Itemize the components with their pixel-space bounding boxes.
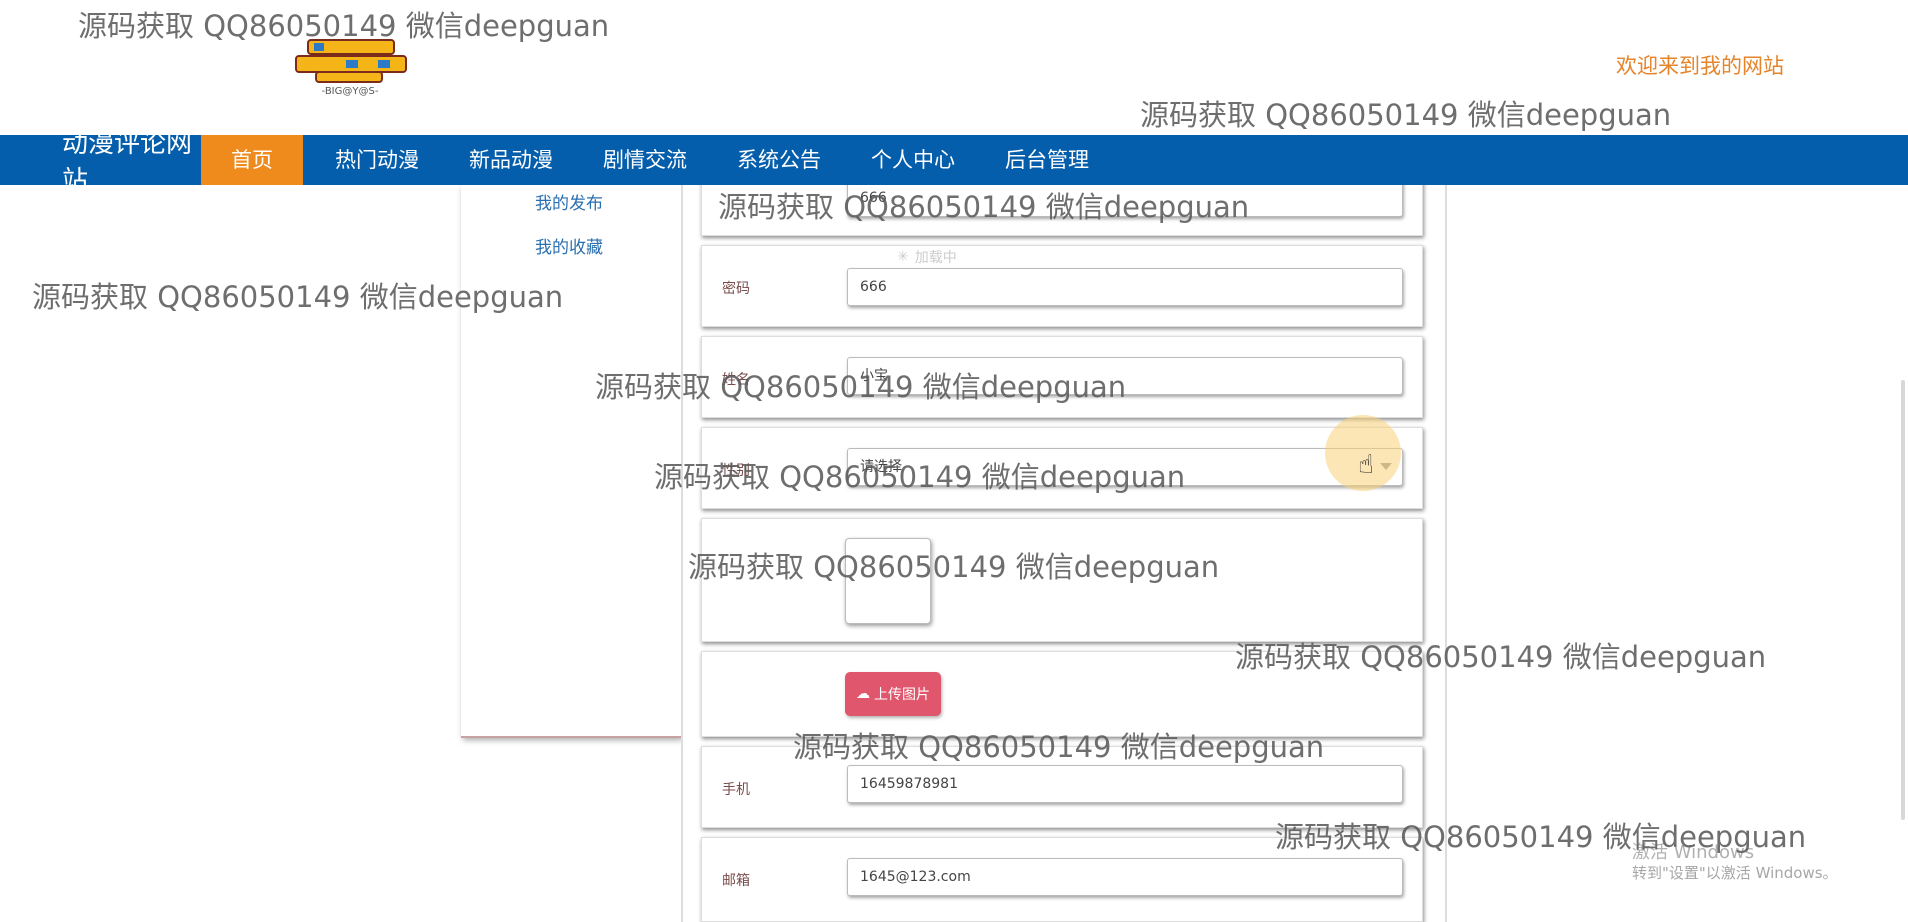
gender-field-card: 性别 请选择 <box>701 427 1423 509</box>
windows-activation-title: 激活 Windows <box>1632 842 1755 863</box>
upload-card <box>701 651 1423 737</box>
welcome-text: 欢迎来到我的网站 <box>1616 54 1784 78</box>
upload-image-button[interactable]: ☁ 上传图片 <box>845 672 941 716</box>
page-scrollbar[interactable] <box>1901 380 1905 820</box>
site-brand-top[interactable]: 动漫评论网站 <box>0 123 201 197</box>
loading-text: 加载中 <box>914 250 957 266</box>
nav-home-top[interactable]: 首页 <box>201 135 303 185</box>
hand-cursor-icon: ☝ <box>1358 450 1374 480</box>
phone-input[interactable]: 16459878981 <box>847 765 1403 803</box>
email-field-card: 邮箱 1645@123.com <box>701 837 1423 922</box>
main-navbar-top: 动漫评论网站 首页 热门动漫 新品动漫 剧情交流 系统公告 个人中心 后台管理 <box>0 129 1908 196</box>
loading-indicator: ✳ 加载中 <box>897 238 1007 276</box>
watermark-text: 源码获取 QQ86050149 微信deepguan <box>1140 98 1672 132</box>
cloud-upload-icon: ☁ <box>856 686 870 702</box>
name-input[interactable]: 小宝 <box>847 357 1403 395</box>
nav-new-anime-top[interactable]: 新品动漫 <box>451 135 571 185</box>
gender-select[interactable]: 请选择 <box>847 448 1403 486</box>
name-field-card: 姓名 小宝 <box>701 336 1423 418</box>
personal-sidebar: 我的发布 我的收藏 <box>461 185 681 738</box>
nav-announcements-top[interactable]: 系统公告 <box>719 135 839 185</box>
svg-text:-BIG@Y@S-: -BIG@Y@S- <box>322 86 379 97</box>
gender-select-value: 请选择 <box>860 459 902 475</box>
nav-hot-anime-top[interactable]: 热门动漫 <box>317 135 437 185</box>
sidebar-item-my-favorites[interactable]: 我的收藏 <box>535 233 603 258</box>
site-logo[interactable]: -BIG@Y@S- <box>286 36 414 100</box>
sidebar-item-my-posts[interactable]: 我的发布 <box>535 189 603 214</box>
email-label: 邮箱 <box>722 873 750 889</box>
avatar-preview-card <box>701 518 1423 642</box>
gender-label: 性别 <box>722 463 750 479</box>
nav-plot-discussion-top[interactable]: 剧情交流 <box>585 135 705 185</box>
windows-activation-subtitle: 转到"设置"以激活 Windows。 <box>1632 864 1838 882</box>
nav-personal-center-top[interactable]: 个人中心 <box>853 135 973 185</box>
spinner-icon: ✳ <box>897 249 909 265</box>
password-field-card: 密码 666 <box>701 245 1423 327</box>
phone-label: 手机 <box>722 782 750 798</box>
name-label: 姓名 <box>722 372 750 388</box>
phone-field-card: 手机 16459878981 <box>701 746 1423 828</box>
upload-button-label: 上传图片 <box>874 687 930 703</box>
email-input[interactable]: 1645@123.com <box>847 858 1403 896</box>
password-label: 密码 <box>722 281 750 297</box>
nav-admin-top[interactable]: 后台管理 <box>987 135 1107 185</box>
avatar-image-preview <box>845 538 931 624</box>
